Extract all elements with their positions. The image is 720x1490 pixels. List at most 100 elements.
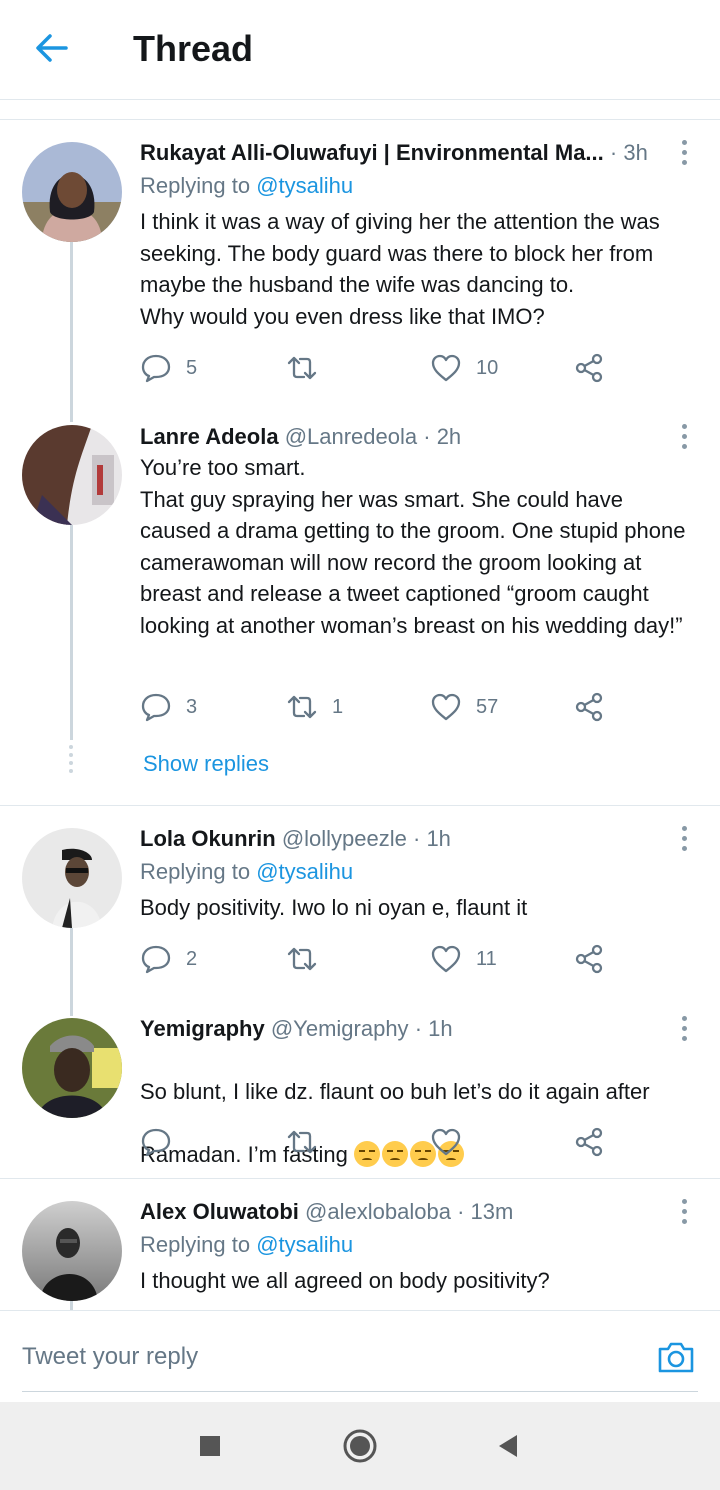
circle-icon	[343, 1429, 377, 1463]
retweet-count: 1	[332, 695, 344, 718]
replying-handle[interactable]: @tysalihu	[256, 173, 353, 198]
reply-button[interactable]	[140, 1124, 172, 1160]
reply-button[interactable]: 5	[140, 350, 197, 386]
tweet-text: You’re too smart. That guy spraying her …	[140, 455, 686, 638]
app-header: Thread	[0, 0, 720, 100]
like-button[interactable]	[430, 1124, 462, 1160]
avatar[interactable]	[22, 425, 122, 525]
author-name[interactable]: Yemigraphy	[140, 1016, 265, 1041]
more-button[interactable]	[680, 140, 688, 170]
tweet-item[interactable]: Yemigraphy @Yemigraphy · 1h So blunt, I …	[0, 1006, 720, 1178]
thread-line	[70, 525, 73, 740]
replying-prefix: Replying to	[140, 859, 257, 884]
tweet-item[interactable]: Lanre Adeola @Lanredeola · 2h You’re too…	[0, 420, 720, 805]
share-button[interactable]	[574, 350, 606, 386]
avatar[interactable]	[22, 1201, 122, 1301]
arrow-left-icon	[36, 34, 68, 62]
system-back-button[interactable]	[488, 1426, 528, 1466]
like-button[interactable]: 57	[430, 689, 498, 725]
more-button[interactable]	[680, 1016, 688, 1046]
retweet-button[interactable]	[286, 941, 332, 977]
tweet-text: I think it was a way of giving her the a…	[140, 209, 660, 329]
home-button[interactable]	[340, 1426, 380, 1466]
retweet-button[interactable]	[286, 350, 332, 386]
recent-apps-button[interactable]	[190, 1426, 230, 1466]
comment-icon	[141, 693, 171, 722]
triangle-back-icon	[499, 1435, 517, 1457]
more-button[interactable]	[680, 424, 688, 454]
author-name[interactable]: Rukayat Alli-Oluwafuyi | Environmental M…	[140, 140, 604, 165]
avatar[interactable]	[22, 828, 122, 928]
tweet-item[interactable]: Alex Oluwatobi @alexlobaloba · 13m Reply…	[0, 1179, 720, 1310]
share-button[interactable]	[574, 689, 606, 725]
reply-count: 5	[186, 356, 198, 379]
tweet-time: · 2h	[423, 424, 462, 449]
replying-handle[interactable]: @tysalihu	[256, 859, 353, 884]
heart-icon	[431, 693, 461, 721]
heart-icon	[431, 945, 461, 973]
replying-prefix: Replying to	[140, 173, 257, 198]
camera-button[interactable]	[656, 1337, 696, 1377]
retweet-button[interactable]	[286, 1124, 318, 1160]
tweet-text-line: So blunt, I like dz. flaunt oo buh let’s…	[140, 1078, 650, 1104]
thread-line	[70, 928, 73, 1016]
tweet-text: I thought we all agreed on body positivi…	[140, 1268, 550, 1293]
tweet-actions	[140, 1124, 620, 1160]
author-handle[interactable]: @Yemigraphy	[271, 1016, 409, 1041]
tweet-time: · 1h	[413, 826, 451, 851]
tweet-actions: 5 10	[140, 350, 620, 386]
tweet-header: Rukayat Alli-Oluwafuyi | Environmental M…	[140, 140, 660, 166]
author-name[interactable]: Lanre Adeola	[140, 424, 279, 449]
author-name[interactable]: Lola Okunrin	[140, 826, 276, 851]
back-button[interactable]	[30, 26, 74, 70]
show-replies-link[interactable]: Show replies	[143, 751, 269, 777]
more-button[interactable]	[680, 826, 688, 856]
author-handle[interactable]: @lollypeezle	[282, 826, 407, 851]
reply-button[interactable]: 3	[140, 689, 197, 725]
share-button[interactable]	[574, 1124, 606, 1160]
tweet-item[interactable]: Rukayat Alli-Oluwafuyi | Environmental M…	[0, 120, 720, 422]
system-nav-bar	[0, 1402, 720, 1490]
replying-to: Replying to @tysalihu	[140, 859, 353, 885]
tweet-actions: 3 1 57	[140, 689, 620, 725]
share-icon	[575, 353, 603, 383]
author-name[interactable]: Alex Oluwatobi	[140, 1199, 299, 1224]
retweet-icon	[287, 1130, 317, 1154]
tweet-actions: 2 11	[140, 941, 620, 977]
avatar[interactable]	[22, 142, 122, 242]
tweet-time: · 1h	[414, 1016, 453, 1041]
tweet-item[interactable]: Lola Okunrin @lollypeezle · 1h Replying …	[0, 806, 720, 1016]
reply-input[interactable]: Tweet your reply	[22, 1343, 198, 1371]
author-handle[interactable]: @Lanredeola	[285, 424, 417, 449]
thread-gap-dots	[68, 745, 74, 777]
like-button[interactable]: 10	[430, 350, 498, 386]
comment-icon	[141, 354, 171, 383]
tweet-header: Lanre Adeola @Lanredeola · 2h	[140, 424, 660, 450]
replying-prefix: Replying to	[140, 1232, 257, 1257]
share-button[interactable]	[574, 941, 606, 977]
retweet-icon	[287, 356, 317, 380]
like-count: 11	[476, 947, 497, 970]
heart-icon	[431, 1128, 461, 1156]
retweet-icon	[287, 695, 317, 719]
replying-to: Replying to @tysalihu	[140, 173, 353, 199]
section-gap	[0, 100, 720, 120]
thread-line	[70, 1301, 73, 1310]
author-handle[interactable]: @alexlobaloba	[305, 1199, 451, 1224]
page-title: Thread	[133, 28, 254, 69]
reply-count: 2	[186, 947, 198, 970]
replying-handle[interactable]: @tysalihu	[256, 1232, 353, 1257]
like-button[interactable]: 11	[430, 941, 497, 977]
tweet-time: · 13m	[457, 1199, 514, 1224]
reply-button[interactable]: 2	[140, 941, 197, 977]
comment-icon	[141, 1128, 171, 1157]
retweet-button[interactable]: 1	[286, 689, 343, 725]
input-underline	[22, 1391, 698, 1392]
more-button[interactable]	[680, 1199, 688, 1229]
avatar[interactable]	[22, 1018, 122, 1118]
reply-composer: Tweet your reply	[0, 1310, 720, 1402]
camera-icon	[658, 1342, 694, 1373]
thread-line	[70, 242, 73, 422]
retweet-icon	[287, 947, 317, 971]
tweet-text: Body positivity. Iwo lo ni oyan e, flaun…	[140, 895, 528, 920]
